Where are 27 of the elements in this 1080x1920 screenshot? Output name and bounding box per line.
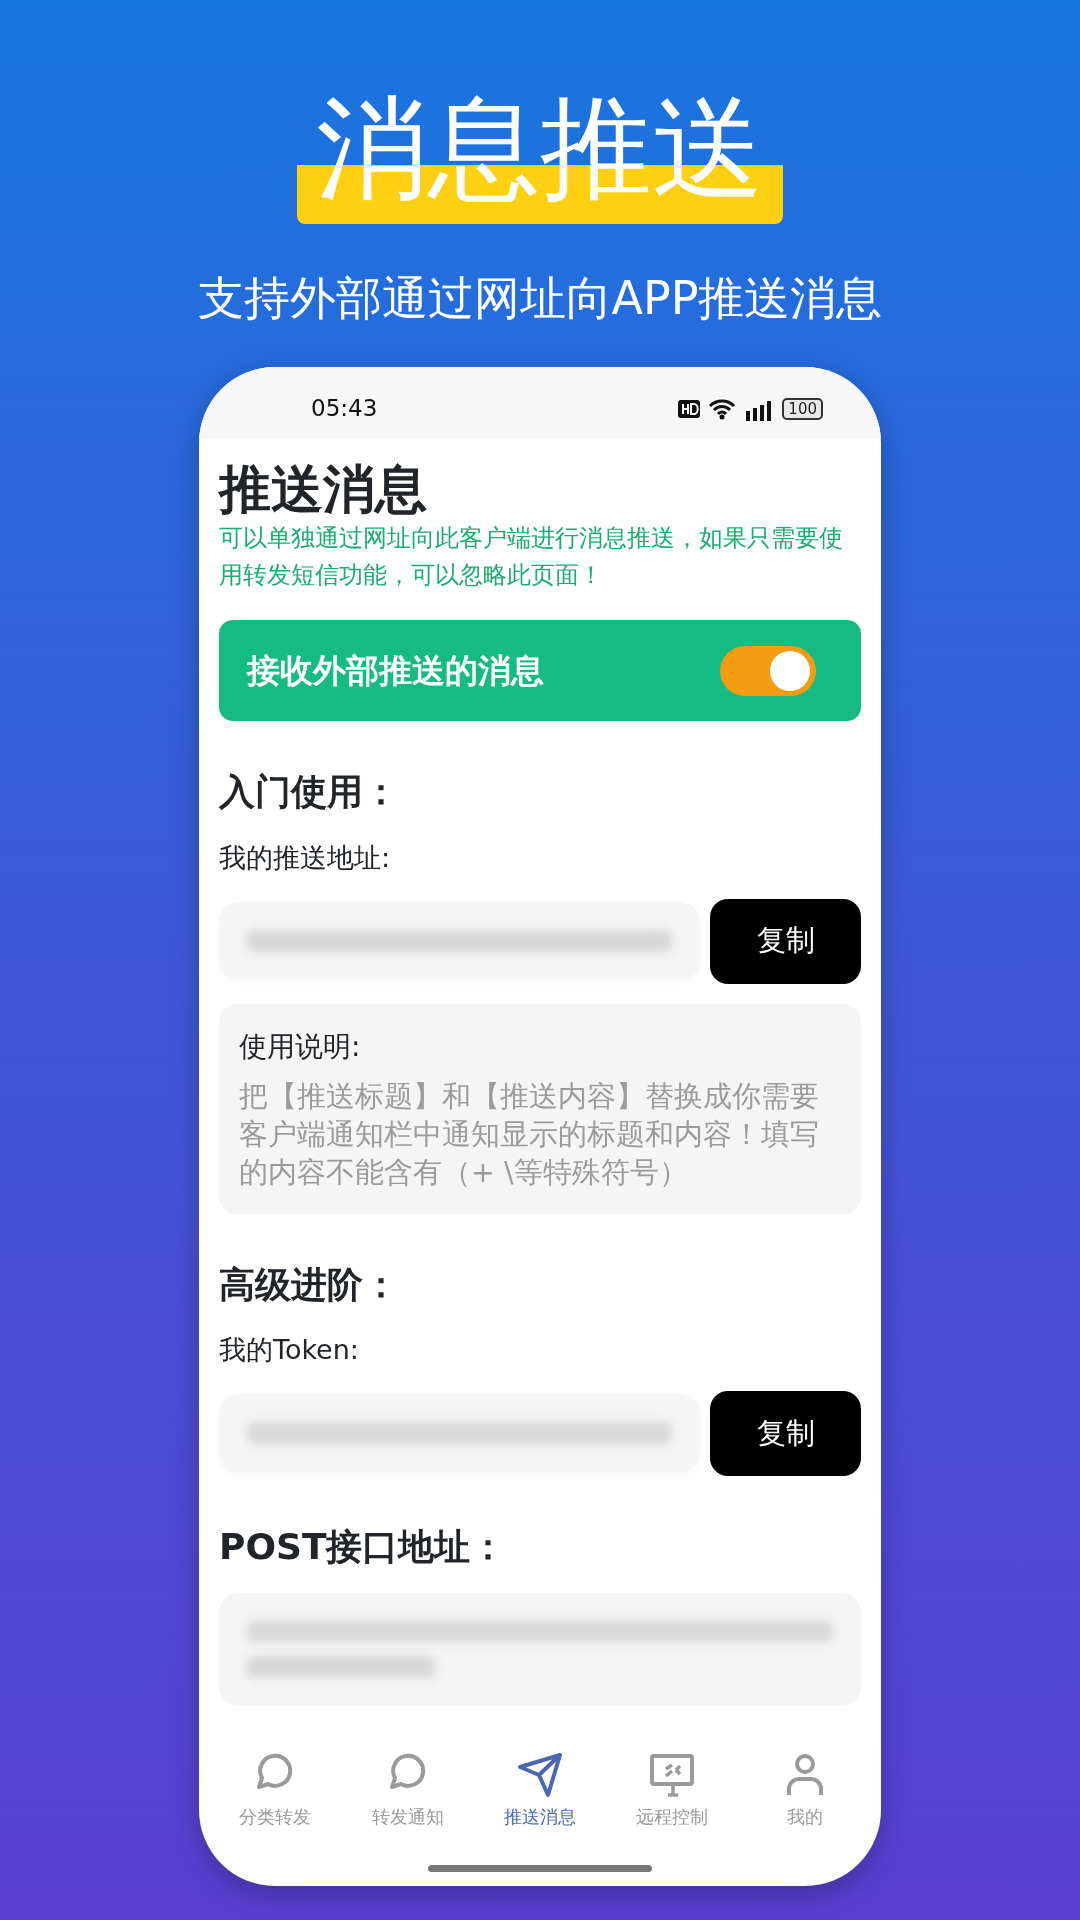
- url-field[interactable]: [219, 1394, 700, 1473]
- notice-text: 可以单独通过网址向此客户端进行消息推送，如果只需要使用转发短信功能，可以忽略此页面！: [219, 523, 844, 592]
- url-field[interactable]: [219, 902, 700, 981]
- toggle-switch[interactable]: [720, 645, 816, 696]
- nav-tab[interactable]: 转发通知: [347, 1737, 468, 1859]
- nav-tab[interactable]: 分类转发: [215, 1737, 336, 1859]
- hd-icon: [678, 399, 701, 418]
- nav-tab[interactable]: 远程控制: [612, 1737, 733, 1859]
- copy-button[interactable]: 复制: [710, 1391, 861, 1476]
- section-heading: 入门使用：: [219, 770, 400, 815]
- field-label: 我的推送地址:: [219, 841, 392, 876]
- battery-icon: 100: [782, 397, 823, 420]
- section-heading: 高级进阶：: [219, 1262, 400, 1307]
- status-time: 05:43: [311, 394, 378, 424]
- paper-plane-icon: [515, 1751, 564, 1799]
- monitor-icon: [648, 1751, 697, 1799]
- help-title: 使用说明:: [239, 1028, 362, 1065]
- wifi-icon: [708, 397, 737, 420]
- nav-tab[interactable]: 推送消息: [479, 1737, 600, 1859]
- copy-button[interactable]: 复制: [710, 898, 861, 984]
- subtitle: 支持外部通过网址向APP推送消息: [197, 270, 883, 327]
- help-text: 把【推送标题】和【推送内容】替换成你需要客户端通知栏中通知显示的标题和内容！填写的内容不能含有（+ \等特殊符号）: [239, 1078, 820, 1191]
- field-label: 我的Token:: [219, 1333, 360, 1368]
- page-title: 推送消息: [219, 458, 428, 521]
- toggle-label: 接收外部推送的消息: [247, 650, 544, 693]
- nav-tab[interactable]: 我的: [744, 1737, 865, 1859]
- section-heading: POST接口地址：: [219, 1525, 508, 1569]
